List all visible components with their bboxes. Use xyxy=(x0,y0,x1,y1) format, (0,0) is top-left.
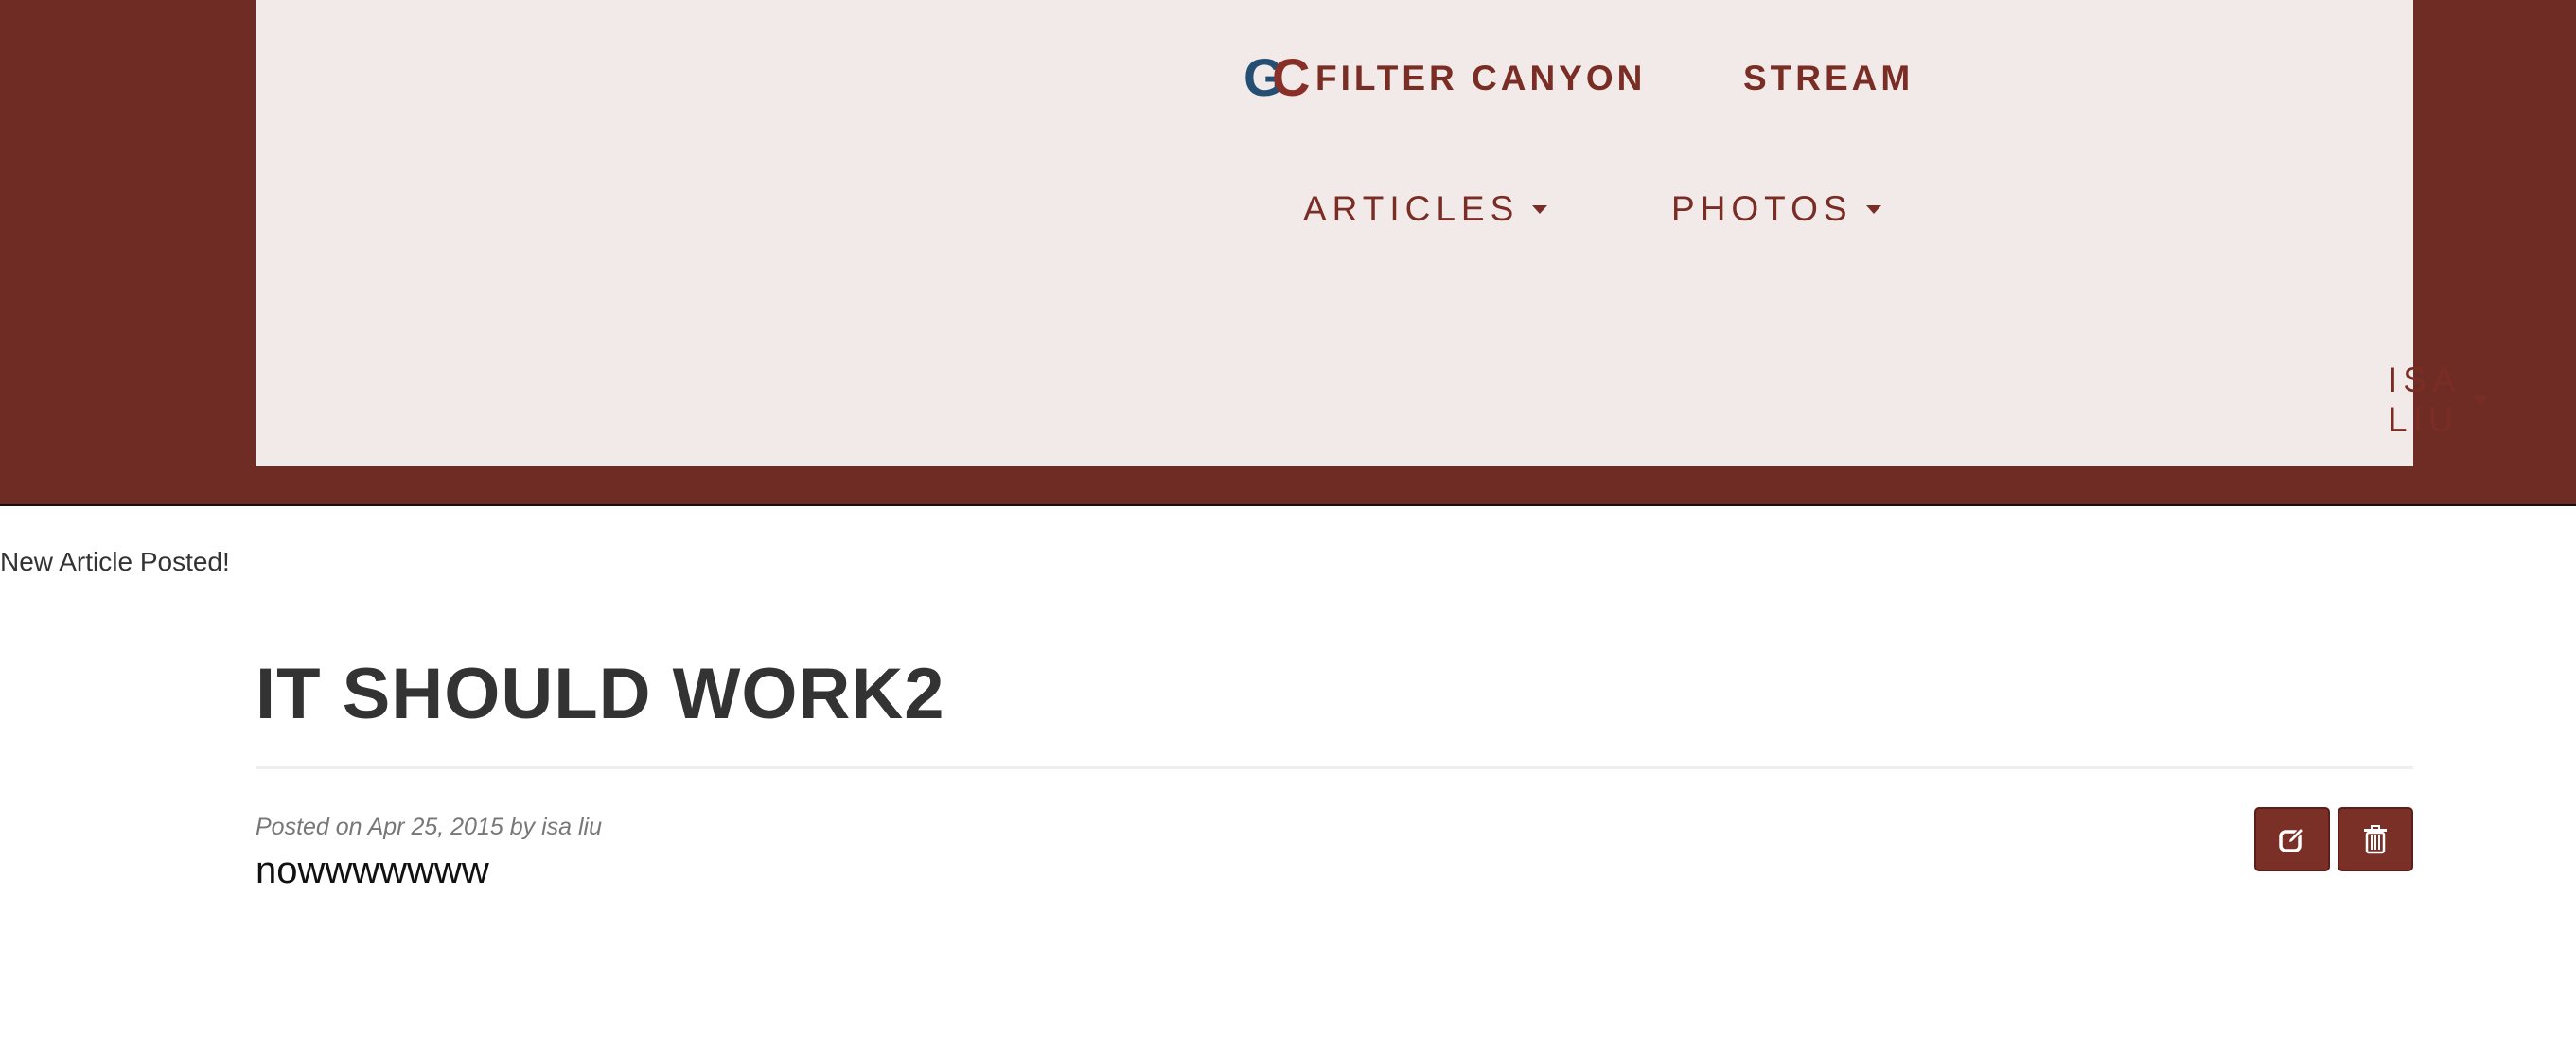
nav-articles-dropdown[interactable]: ARTICLES xyxy=(1303,189,1548,229)
edit-button[interactable] xyxy=(2254,807,2330,871)
flash-message: New Article Posted! xyxy=(0,547,230,576)
brand-logo: G C xyxy=(1244,49,1315,106)
brand-name: FILTER CANYON xyxy=(1315,59,1647,97)
logo-c: C xyxy=(1272,47,1311,107)
nav-photos-dropdown[interactable]: PHOTOS xyxy=(1671,189,1881,229)
nav-photos-label: PHOTOS xyxy=(1671,189,1853,228)
header-panel: G C FILTER CANYON STREAM ARTICLES PHOTOS… xyxy=(256,0,2488,466)
header-band: G C FILTER CANYON STREAM ARTICLES PHOTOS… xyxy=(0,0,2576,506)
caret-down-icon xyxy=(1865,204,1881,214)
user-name-label: ISA LIU xyxy=(2388,360,2460,439)
caret-down-icon xyxy=(1532,204,1548,214)
nav-stream[interactable]: STREAM xyxy=(1743,59,1914,98)
nav-articles-label: ARTICLES xyxy=(1303,189,1520,228)
edit-icon xyxy=(2279,826,2305,852)
article-meta: Posted on Apr 25, 2015 by isa liu xyxy=(256,814,602,840)
user-menu-dropdown[interactable]: ISA LIU xyxy=(2388,360,2488,440)
delete-button[interactable] xyxy=(2338,807,2413,871)
title-divider xyxy=(256,766,2413,769)
article-body: nowwwwwww xyxy=(256,850,489,891)
brand-link[interactable]: G C FILTER CANYON xyxy=(1244,49,1647,106)
article-title: IT SHOULD WORK2 xyxy=(256,654,945,734)
trash-icon xyxy=(2364,825,2387,854)
caret-down-icon xyxy=(2472,395,2488,405)
